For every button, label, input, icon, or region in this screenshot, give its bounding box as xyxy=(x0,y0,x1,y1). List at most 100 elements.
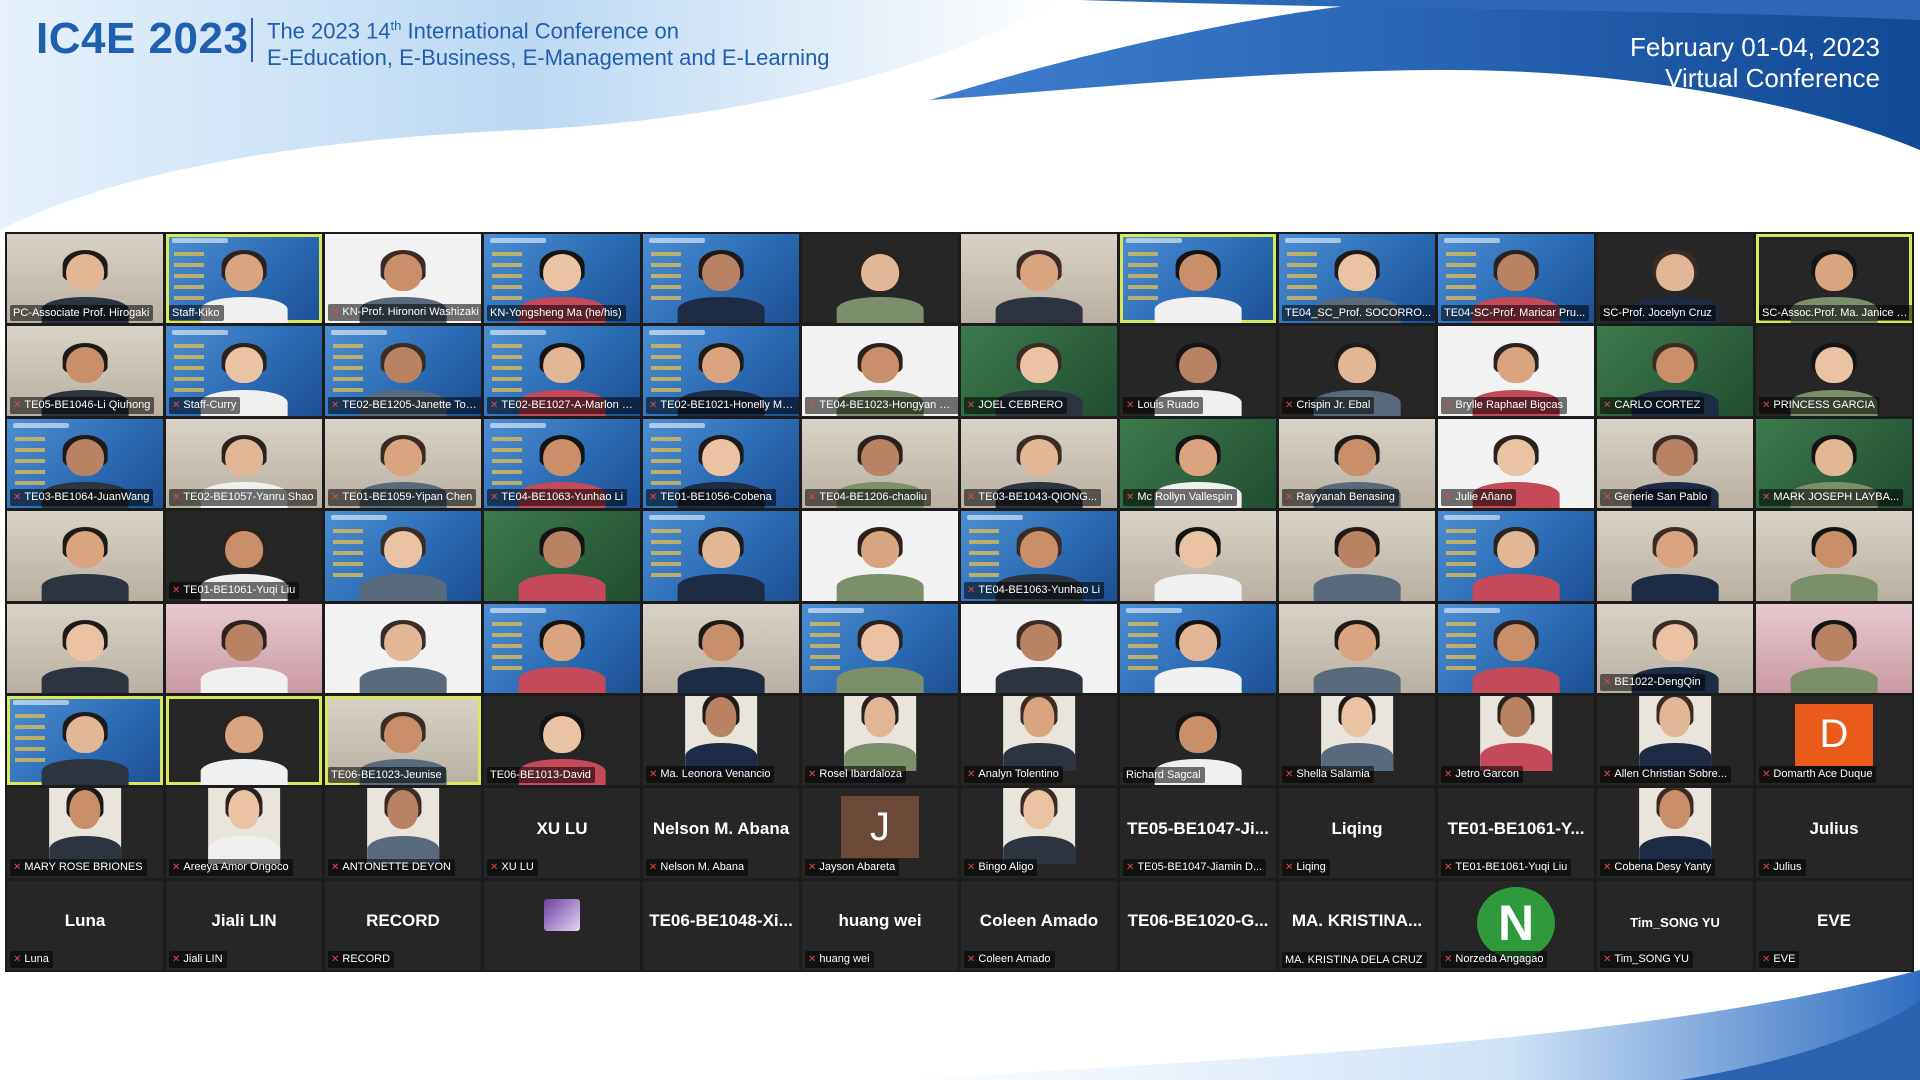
participant-tile[interactable]: D ✕ Domarth Ace Duque xyxy=(1756,695,1912,786)
participant-tile[interactable]: ✕ TE01-BE1056-Cobena xyxy=(643,418,799,509)
participant-tile[interactable]: ✕ TE03-BE1043-QIONG... xyxy=(961,418,1117,509)
participant-tile[interactable] xyxy=(802,603,958,693)
participant-tile[interactable]: ✕ Brylle Raphael Bigcas xyxy=(1438,326,1594,416)
participant-tile[interactable]: Liqing ✕ Liqing xyxy=(1279,788,1435,878)
participant-tile[interactable]: Julius ✕ Julius xyxy=(1756,788,1912,878)
participant-tile[interactable] xyxy=(1756,511,1912,601)
participant-tile[interactable]: TE06-BE1013-David xyxy=(484,695,640,786)
participant-tile[interactable]: ✕ Rosel Ibardaloza xyxy=(802,695,958,786)
participant-tile[interactable]: Jiali LIN ✕ Jiali LIN xyxy=(166,880,322,970)
participant-tile[interactable]: ✕ PRINCESS GARCIA xyxy=(1756,326,1912,416)
participant-tile[interactable]: TE06-BE1023-Jeunise xyxy=(325,695,481,786)
participant-tile[interactable]: N ✕ Norzeda Angagao xyxy=(1438,880,1594,970)
participant-tile[interactable]: ✕ MARK JOSEPH LAYBA... xyxy=(1756,418,1912,509)
participant-tile[interactable]: ✕ TE04-BE1023-Hongyan Zhu xyxy=(802,326,958,416)
participant-tile[interactable] xyxy=(166,695,322,786)
participant-tile[interactable]: TE06-BE1020-G... xyxy=(1120,880,1276,970)
participant-tile[interactable]: ✕ KN-Prof. Hironori Washizaki xyxy=(325,234,481,324)
participant-tile[interactable]: EVE ✕ EVE xyxy=(1756,880,1912,970)
participant-tile[interactable] xyxy=(166,603,322,693)
participant-tile[interactable]: ✕ Generie San Pablo xyxy=(1597,418,1753,509)
participant-tile[interactable]: ✕ Julie Añano xyxy=(1438,418,1594,509)
participant-tile[interactable]: KN-Yongsheng Ma (he/his) xyxy=(484,234,640,324)
participant-tile[interactable] xyxy=(1438,603,1594,693)
participant-tile[interactable] xyxy=(961,603,1117,693)
participant-tile[interactable] xyxy=(802,234,958,324)
participant-tile[interactable] xyxy=(1120,603,1276,693)
participant-tile[interactable]: Luna ✕ Luna xyxy=(7,880,163,970)
participant-tile[interactable]: ✕ Louis Ruado xyxy=(1120,326,1276,416)
participant-name-text: Allen Christian Sobre... xyxy=(1614,768,1727,781)
participant-tile[interactable] xyxy=(325,511,481,601)
participant-tile[interactable]: ✕ CARLO CORTEZ xyxy=(1597,326,1753,416)
participant-tile[interactable] xyxy=(1120,511,1276,601)
participant-tile[interactable]: ✕ Jetro Garcon xyxy=(1438,695,1594,786)
participant-tile[interactable] xyxy=(643,234,799,324)
participant-tile[interactable]: ✕ TE02-BE1027-A-Marlon Fer... xyxy=(484,326,640,416)
participant-tile[interactable]: Staff-Kiko xyxy=(166,234,322,324)
participant-tile[interactable]: XU LU ✕ XU LU xyxy=(484,788,640,878)
participant-tile[interactable] xyxy=(643,603,799,693)
participant-tile[interactable]: TE04-SC-Prof. Maricar Pru... xyxy=(1438,234,1594,324)
participant-tile[interactable] xyxy=(1120,234,1276,324)
participant-tile[interactable]: ✕ TE04-BE1063-Yunhao Li xyxy=(484,418,640,509)
participant-tile[interactable]: ✕ Shella Salamia xyxy=(1279,695,1435,786)
participant-tile[interactable]: ✕ Analyn Tolentino xyxy=(961,695,1117,786)
participant-tile[interactable]: ✕ Areeya Amor Ongoco xyxy=(166,788,322,878)
participant-tile[interactable] xyxy=(1756,603,1912,693)
participant-tile[interactable] xyxy=(1438,511,1594,601)
participant-tile[interactable] xyxy=(484,880,640,970)
participant-tile[interactable]: Richard Sagcal xyxy=(1120,695,1276,786)
participant-tile[interactable]: ✕ TE02-BE1021-Honelly Mae ... xyxy=(643,326,799,416)
participant-tile[interactable]: ✕ MARY ROSE BRIONES xyxy=(7,788,163,878)
participant-tile[interactable]: SC-Assoc.Prof. Ma. Janice Gumasing xyxy=(1756,234,1912,324)
participant-tile[interactable] xyxy=(484,603,640,693)
participant-tile[interactable]: ✕ TE04-BE1206-chaoliu xyxy=(802,418,958,509)
participant-tile[interactable]: ✕ Allen Christian Sobre... xyxy=(1597,695,1753,786)
participant-tile[interactable] xyxy=(1279,511,1435,601)
participant-tile[interactable]: J ✕ Jayson Abareta xyxy=(802,788,958,878)
participant-tile[interactable] xyxy=(325,603,481,693)
participant-tile[interactable]: Nelson M. Abana ✕ Nelson M. Abana xyxy=(643,788,799,878)
participant-name-text: Norzeda Angagao xyxy=(1455,953,1544,965)
participant-tile[interactable]: TE06-BE1048-Xi... xyxy=(643,880,799,970)
participant-tile[interactable]: RECORD ✕ RECORD xyxy=(325,880,481,970)
participant-tile[interactable]: ✕ TE01-BE1059-Yipan Chen xyxy=(325,418,481,509)
participant-tile[interactable]: ✕ TE03-BE1064-JuanWang xyxy=(7,418,163,509)
participant-tile[interactable]: Tim_SONG YU ✕ Tim_SONG YU xyxy=(1597,880,1753,970)
participant-tile[interactable]: ✕ JOEL CEBRERO xyxy=(961,326,1117,416)
participant-tile[interactable]: Coleen Amado ✕ Coleen Amado xyxy=(961,880,1117,970)
participant-tile[interactable]: ✕ TE05-BE1046-Li Qiuhong xyxy=(7,326,163,416)
participant-tile[interactable]: PC-Associate Prof. Hirogaki xyxy=(7,234,163,324)
participant-tile[interactable]: SC-Prof. Jocelyn Cruz xyxy=(1597,234,1753,324)
participant-tile[interactable]: ✕ Ma. Leonora Venancio xyxy=(643,695,799,786)
participant-tile[interactable] xyxy=(7,603,163,693)
participant-tile[interactable] xyxy=(643,511,799,601)
participant-tile[interactable]: TE01-BE1061-Y... ✕ TE01-BE1061-Yuqi Liu xyxy=(1438,788,1594,878)
participant-tile[interactable]: ✕ TE02-BE1205-Janette Torrato xyxy=(325,326,481,416)
participant-tile[interactable] xyxy=(961,234,1117,324)
participant-tile[interactable]: TE05-BE1047-Ji... ✕ TE05-BE1047-Jiamin D..… xyxy=(1120,788,1276,878)
participant-tile[interactable] xyxy=(7,511,163,601)
participant-tile[interactable]: ✕ BE1022-DengQin xyxy=(1597,603,1753,693)
participant-tile[interactable]: huang wei ✕ huang wei xyxy=(802,880,958,970)
participant-tile[interactable]: ✕ ANTONETTE DEYON xyxy=(325,788,481,878)
participant-tile[interactable]: ✕ Mc Rollyn Vallespin xyxy=(1120,418,1276,509)
participant-tile[interactable]: ✕ TE01-BE1061-Yuqi Liu xyxy=(166,511,322,601)
participant-tile[interactable]: ✕ TE04-BE1063-Yunhao Li xyxy=(961,511,1117,601)
participant-tile[interactable] xyxy=(802,511,958,601)
participant-tile[interactable]: ✕ Rayyanah Benasing xyxy=(1279,418,1435,509)
participant-tile[interactable] xyxy=(1597,511,1753,601)
profile-picture xyxy=(544,898,580,931)
muted-mic-icon: ✕ xyxy=(172,954,181,965)
participant-tile[interactable]: MA. KRISTINA... MA. KRISTINA DELA CRUZ xyxy=(1279,880,1435,970)
participant-tile[interactable]: ✕ TE02-BE1057-Yanru Shao xyxy=(166,418,322,509)
participant-tile[interactable]: ✕ Bingo Aligo xyxy=(961,788,1117,878)
participant-tile[interactable] xyxy=(1279,603,1435,693)
participant-tile[interactable]: ✕ Staff-Curry xyxy=(166,326,322,416)
participant-tile[interactable]: ✕ Cobena Desy Yanty xyxy=(1597,788,1753,878)
participant-tile[interactable]: ✕ Crispin Jr. Ebal xyxy=(1279,326,1435,416)
participant-tile[interactable] xyxy=(7,695,163,786)
participant-tile[interactable] xyxy=(484,511,640,601)
participant-tile[interactable]: TE04_SC_Prof. SOCORRO... xyxy=(1279,234,1435,324)
